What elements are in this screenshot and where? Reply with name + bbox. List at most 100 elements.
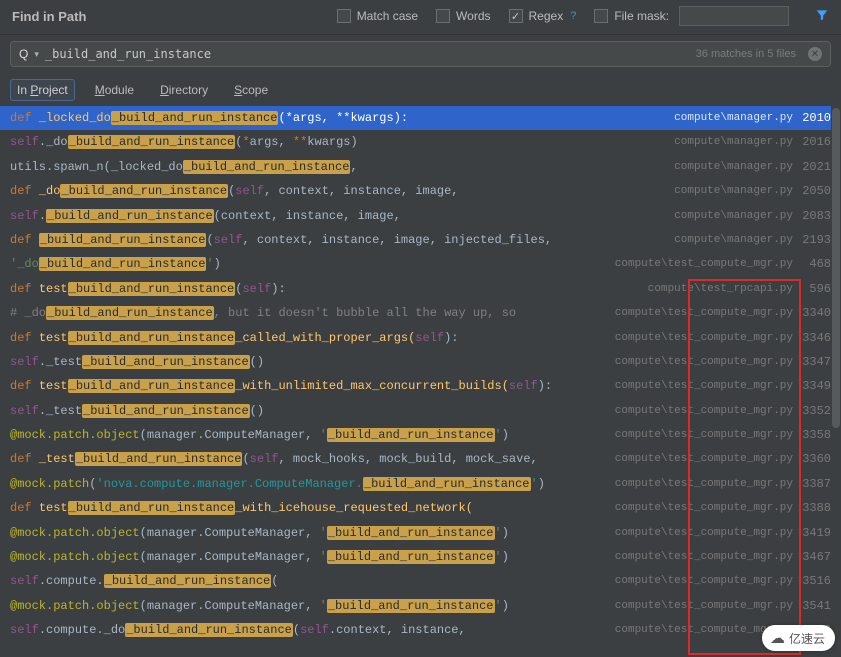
result-row[interactable]: self._test_build_and_run_instance()compu… [0, 350, 841, 374]
search-bar[interactable]: Q ▾ _build_and_run_instance 36 matches i… [10, 41, 831, 67]
regex-help-icon[interactable]: ? [570, 10, 576, 22]
result-line-number: 3358 [799, 423, 831, 447]
result-code: utils.spawn_n(_locked_do_build_and_run_i… [10, 155, 674, 179]
result-row[interactable]: self._build_and_run_instance(context, in… [0, 204, 841, 228]
result-file-path: compute\test_compute_mgr.py [615, 569, 793, 593]
result-line-number: 3387 [799, 472, 831, 496]
result-line-number: 2016 [799, 130, 831, 154]
search-input[interactable]: _build_and_run_instance [45, 47, 690, 61]
result-line-number: 3352 [799, 399, 831, 423]
result-line-number: 3388 [799, 496, 831, 520]
result-code: self._test_build_and_run_instance() [10, 399, 615, 423]
result-file-path: compute\test_compute_mgr.py [615, 496, 793, 520]
result-row[interactable]: self.compute._do_build_and_run_instance(… [0, 618, 841, 642]
result-code: self.compute._build_and_run_instance( [10, 569, 615, 593]
result-code: def _test_build_and_run_instance(self, m… [10, 447, 615, 471]
scope-tab-module[interactable]: Module [89, 80, 140, 100]
result-line-number: 3467 [799, 545, 831, 569]
result-line-number: 3419 [799, 521, 831, 545]
words-label: Words [456, 9, 490, 23]
result-code: def _build_and_run_instance(self, contex… [10, 228, 674, 252]
file-mask-label: File mask: [614, 9, 669, 23]
result-row[interactable]: # _do_build_and_run_instance, but it doe… [0, 301, 841, 325]
search-icon[interactable]: Q [19, 47, 28, 61]
result-file-path: compute\test_compute_mgr.py [615, 472, 793, 496]
result-line-number: 3516 [799, 569, 831, 593]
result-line-number: 2010 [799, 106, 831, 130]
result-row[interactable]: self._test_build_and_run_instance()compu… [0, 399, 841, 423]
result-row[interactable]: '_do_build_and_run_instance')compute\tes… [0, 252, 841, 276]
result-row[interactable]: utils.spawn_n(_locked_do_build_and_run_i… [0, 155, 841, 179]
cloud-icon: ☁ [770, 629, 785, 647]
result-file-path: compute\manager.py [674, 155, 793, 179]
result-line-number: 2021 [799, 155, 831, 179]
result-row[interactable]: @mock.patch.object(manager.ComputeManage… [0, 545, 841, 569]
scope-tab-directory[interactable]: Directory [154, 80, 214, 100]
scope-tab-in-project[interactable]: In Project [10, 79, 75, 101]
words-option[interactable]: Words [436, 9, 490, 23]
file-mask-option[interactable]: File mask: [594, 6, 789, 26]
file-mask-input[interactable] [679, 6, 789, 26]
results-list[interactable]: def _locked_do_build_and_run_instance(*a… [0, 106, 841, 657]
result-code: '_do_build_and_run_instance') [10, 252, 615, 276]
scrollbar-thumb[interactable] [832, 108, 840, 428]
result-line-number: 3349 [799, 374, 831, 398]
result-row[interactable]: @mock.patch('nova.compute.manager.Comput… [0, 472, 841, 496]
result-file-path: compute\manager.py [674, 106, 793, 130]
result-line-number: 3541 [799, 594, 831, 618]
result-code: self._do_build_and_run_instance(*args, *… [10, 130, 674, 154]
regex-option[interactable]: Regex ? [509, 9, 577, 23]
result-code: def test_build_and_run_instance(self): [10, 277, 648, 301]
titlebar: Find in Path Match case Words Regex ? Fi… [0, 0, 841, 35]
filter-icon[interactable] [815, 8, 829, 25]
result-code: def _do_build_and_run_instance(self, con… [10, 179, 674, 203]
result-file-path: compute\test_compute_mgr.py [615, 301, 793, 325]
result-code: @mock.patch.object(manager.ComputeManage… [10, 545, 615, 569]
dialog-title: Find in Path [12, 9, 86, 24]
result-code: self.compute._do_build_and_run_instance(… [10, 618, 615, 642]
match-case-label: Match case [357, 9, 418, 23]
chevron-down-icon[interactable]: ▾ [34, 49, 39, 60]
result-row[interactable]: def test_build_and_run_instance_called_w… [0, 326, 841, 350]
result-row[interactable]: @mock.patch.object(manager.ComputeManage… [0, 423, 841, 447]
result-code: def test_build_and_run_instance_with_unl… [10, 374, 615, 398]
result-row[interactable]: self._do_build_and_run_instance(*args, *… [0, 130, 841, 154]
result-code: self._build_and_run_instance(context, in… [10, 204, 674, 228]
result-file-path: compute\test_rpcapi.py [648, 277, 793, 301]
result-row[interactable]: def test_build_and_run_instance_with_ice… [0, 496, 841, 520]
clear-search-icon[interactable]: ✕ [808, 47, 822, 61]
result-row[interactable]: def _locked_do_build_and_run_instance(*a… [0, 106, 841, 130]
checkbox-checked-icon[interactable] [509, 9, 523, 23]
result-line-number: 2083 [799, 204, 831, 228]
result-line-number: 2193 [799, 228, 831, 252]
result-row[interactable]: @mock.patch.object(manager.ComputeManage… [0, 594, 841, 618]
match-count-label: 36 matches in 5 files [696, 48, 796, 60]
scope-tab-scope[interactable]: Scope [228, 80, 274, 100]
result-file-path: compute\manager.py [674, 228, 793, 252]
result-line-number: 468 [799, 252, 831, 276]
result-file-path: compute\test_compute_mgr.py [615, 326, 793, 350]
result-row[interactable]: def test_build_and_run_instance_with_unl… [0, 374, 841, 398]
result-row[interactable]: def _build_and_run_instance(self, contex… [0, 228, 841, 252]
result-code: @mock.patch.object(manager.ComputeManage… [10, 521, 615, 545]
watermark: ☁ 亿速云 [762, 625, 835, 651]
match-case-option[interactable]: Match case [337, 9, 418, 23]
checkbox-unchecked-icon[interactable] [594, 9, 608, 23]
result-row[interactable]: def test_build_and_run_instance(self):co… [0, 277, 841, 301]
regex-label: Regex [529, 9, 564, 23]
result-code: @mock.patch.object(manager.ComputeManage… [10, 423, 615, 447]
scrollbar-track[interactable] [831, 106, 841, 657]
checkbox-unchecked-icon[interactable] [337, 9, 351, 23]
result-file-path: compute\manager.py [674, 130, 793, 154]
checkbox-unchecked-icon[interactable] [436, 9, 450, 23]
result-file-path: compute\test_compute_mgr.py [615, 545, 793, 569]
result-row[interactable]: self.compute._build_and_run_instance(com… [0, 569, 841, 593]
result-file-path: compute\test_compute_mgr.py [615, 423, 793, 447]
result-row[interactable]: @mock.patch.object(manager.ComputeManage… [0, 521, 841, 545]
result-line-number: 3346 [799, 326, 831, 350]
result-row[interactable]: def _test_build_and_run_instance(self, m… [0, 447, 841, 471]
result-row[interactable]: def _do_build_and_run_instance(self, con… [0, 179, 841, 203]
result-file-path: compute\manager.py [674, 179, 793, 203]
watermark-label: 亿速云 [789, 630, 825, 647]
result-file-path: compute\test_compute_mgr.py [615, 447, 793, 471]
